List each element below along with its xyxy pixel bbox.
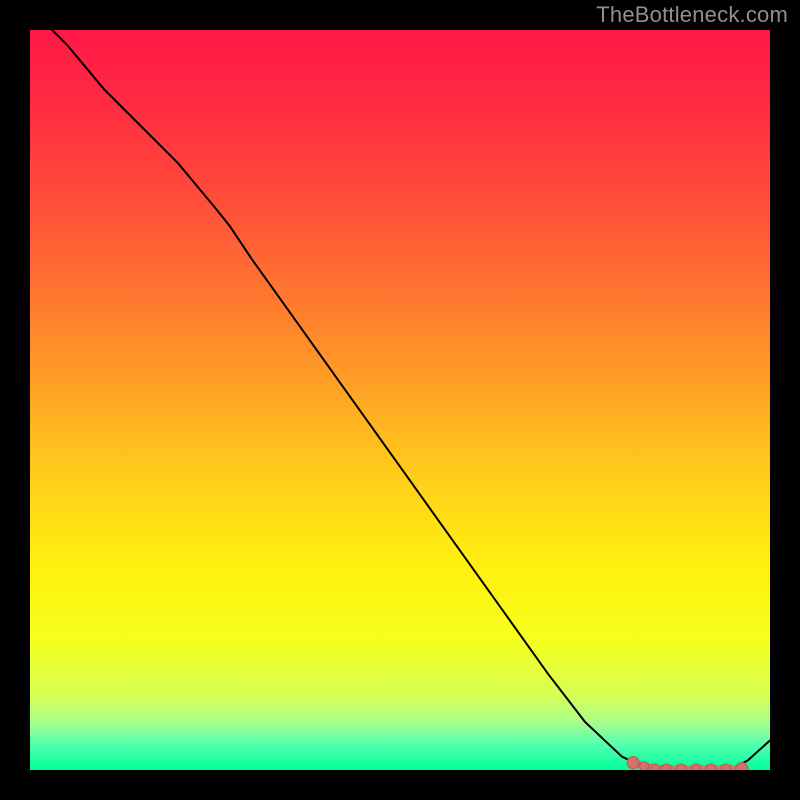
- highlight-dot: [662, 764, 671, 773]
- highlight-dot: [627, 757, 639, 769]
- highlight-dot: [736, 763, 748, 775]
- highlight-dot: [677, 764, 686, 773]
- gradient-background: [30, 30, 770, 770]
- highlight-dot: [640, 762, 649, 771]
- chart-stage: TheBottleneck.com: [0, 0, 800, 800]
- highlight-dot: [692, 764, 701, 773]
- highlight-dot: [721, 764, 730, 773]
- highlight-dot: [651, 764, 660, 773]
- bottleneck-chart: [0, 0, 800, 800]
- highlight-dot: [706, 764, 715, 773]
